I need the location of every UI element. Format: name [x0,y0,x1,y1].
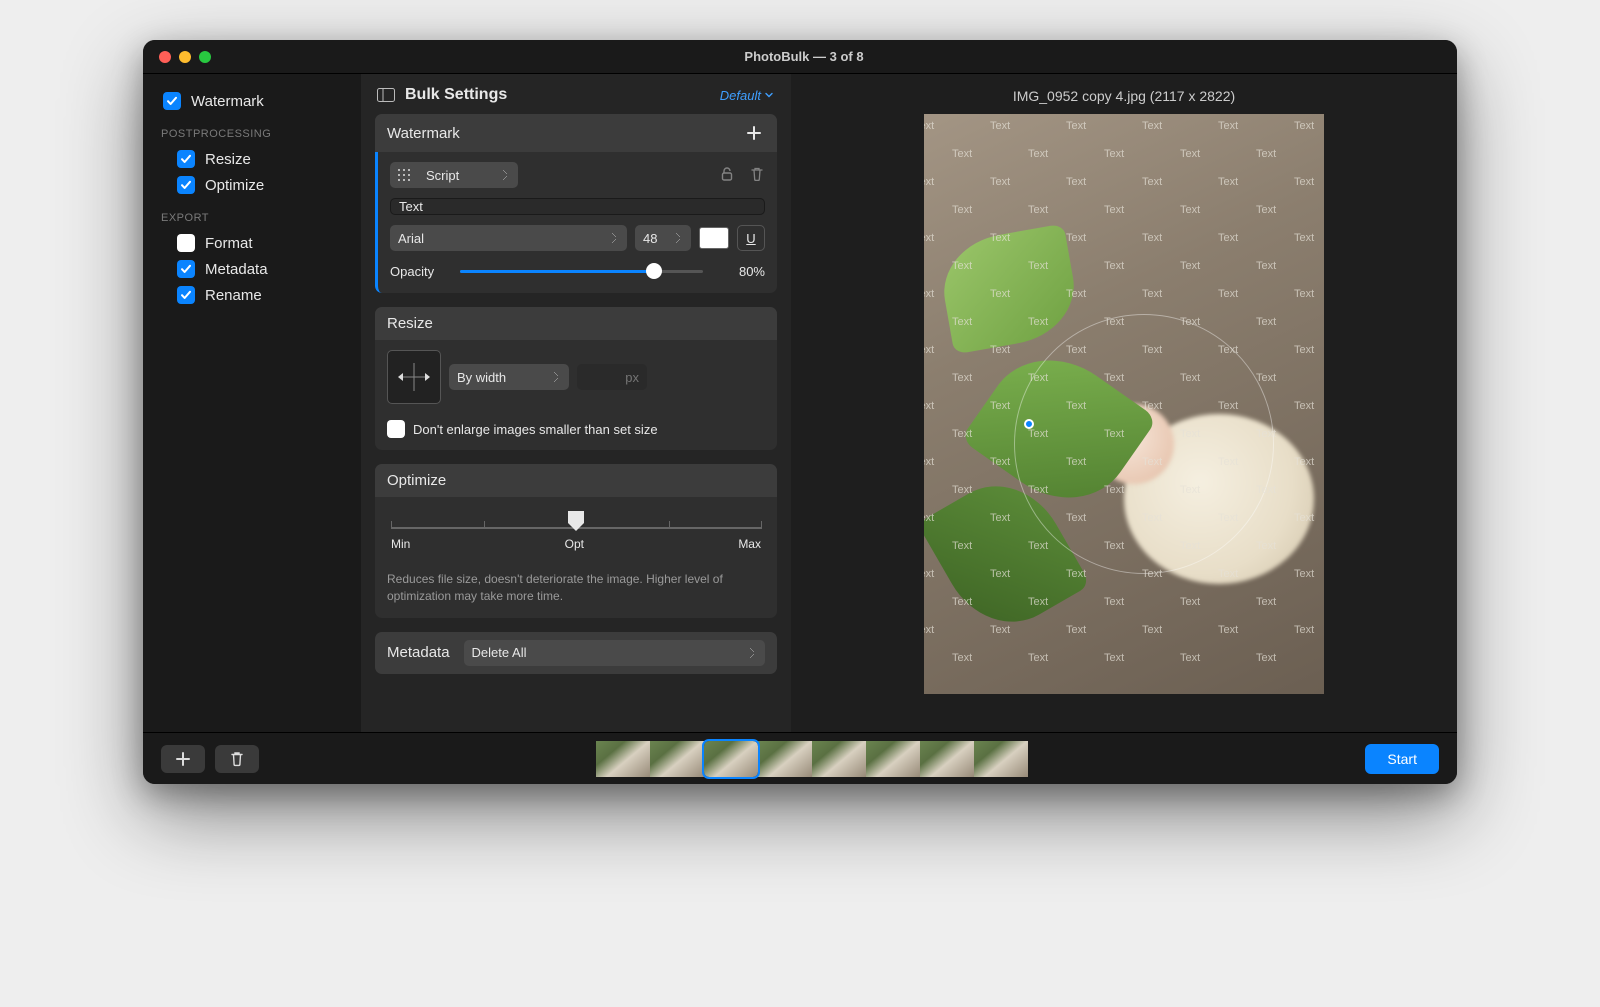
checkbox-icon[interactable] [163,92,181,110]
footer: Start [143,732,1457,784]
resize-card: Resize By width [375,307,777,450]
sidebar-item-rename[interactable]: Rename [157,282,351,308]
opacity-value: 80% [717,264,765,279]
sidebar-item-resize[interactable]: Resize [157,146,351,172]
thumbnail-strip [269,741,1355,777]
remove-images-button[interactable] [215,745,259,773]
sidebar-item-optimize[interactable]: Optimize [157,172,351,198]
thumbnail[interactable] [650,741,704,777]
trash-icon [230,751,244,767]
settings-title: Bulk Settings [405,86,507,104]
checkbox-icon[interactable] [177,150,195,168]
opacity-slider[interactable] [460,261,703,281]
watermark-type-select[interactable]: Script [418,162,518,188]
add-images-button[interactable] [161,745,205,773]
preview-panel: IMG_0952 copy 4.jpg (2117 x 2822) TextTe… [791,74,1457,732]
optimize-slider[interactable] [391,513,761,533]
sidebar-label: Optimize [205,177,264,194]
resize-direction-icon[interactable] [387,350,441,404]
zoom-window-button[interactable] [199,51,211,63]
traffic-lights [143,51,211,63]
chevron-down-icon [763,89,775,101]
thumbnail[interactable] [920,741,974,777]
card-title: Resize [387,315,433,332]
add-watermark-button[interactable] [743,122,765,144]
checkbox-icon[interactable] [177,176,195,194]
optimize-description: Reduces file size, doesn't deteriorate t… [387,571,765,606]
sidebar-item-watermark[interactable]: Watermark [157,88,351,114]
dont-enlarge-label: Don't enlarge images smaller than set si… [413,422,658,437]
thumbnail[interactable] [866,741,920,777]
optimize-opt-label: Opt [565,537,584,551]
watermark-text-input[interactable] [390,198,765,215]
sidebar-label: Resize [205,151,251,168]
resize-mode-select[interactable]: By width [449,364,569,390]
watermark-overlay: TextTextTextTextTextTextTextTextTextText… [924,114,1324,694]
checkbox-icon[interactable] [177,286,195,304]
checkbox-icon[interactable] [177,234,195,252]
card-title: Metadata [387,644,450,661]
sidebar-label: Metadata [205,261,268,278]
watermark-card: Watermark Script [375,114,777,293]
app-window: PhotoBulk — 3 of 8 Watermark POSTPROCESS… [143,40,1457,784]
sidebar: Watermark POSTPROCESSING Resize Optimize… [143,74,361,732]
thumbnail[interactable] [596,741,650,777]
preset-label: Default [720,88,761,103]
dont-enlarge-checkbox[interactable] [387,420,405,438]
plus-icon [176,752,190,766]
sidebar-item-format[interactable]: Format [157,230,351,256]
color-swatch[interactable] [699,227,729,249]
preview-image[interactable]: TextTextTextTextTextTextTextTextTextText… [924,114,1324,694]
thumbnail[interactable] [974,741,1028,777]
unlock-icon[interactable] [719,166,735,185]
sidebar-heading-postprocessing: POSTPROCESSING [161,128,351,140]
preset-dropdown[interactable]: Default [720,88,775,103]
card-title: Watermark [387,125,460,142]
optimize-max-label: Max [738,537,761,551]
thumbnail[interactable] [812,741,866,777]
sidebar-heading-export: EXPORT [161,212,351,224]
sidebar-label: Rename [205,287,262,304]
optimize-min-label: Min [391,537,410,551]
underline-button[interactable]: U [737,225,765,251]
metadata-card: Metadata Delete All [375,632,777,674]
close-window-button[interactable] [159,51,171,63]
preview-filename: IMG_0952 copy 4.jpg (2117 x 2822) [1013,84,1235,114]
minimize-window-button[interactable] [179,51,191,63]
card-title: Optimize [387,472,446,489]
metadata-action-select[interactable]: Delete All [464,640,765,666]
titlebar: PhotoBulk — 3 of 8 [143,40,1457,74]
font-select[interactable]: Arial [390,225,627,251]
start-button[interactable]: Start [1365,744,1439,774]
window-title: PhotoBulk — 3 of 8 [211,49,1457,64]
sidebar-item-metadata[interactable]: Metadata [157,256,351,282]
trash-icon[interactable] [749,166,765,185]
thumbnail[interactable] [704,741,758,777]
optimize-card: Optimize [375,464,777,618]
checkbox-icon[interactable] [177,260,195,278]
settings-panel: Bulk Settings Default Watermark [361,74,791,732]
thumbnail[interactable] [758,741,812,777]
opacity-label: Opacity [390,264,446,279]
sidebar-label: Watermark [191,93,264,110]
resize-value-input[interactable] [577,364,647,390]
pattern-icon [390,162,418,188]
sidebar-label: Format [205,235,253,252]
font-size-select[interactable]: 48 [635,225,691,251]
panel-layout-icon [377,88,395,102]
plus-icon [746,125,762,141]
